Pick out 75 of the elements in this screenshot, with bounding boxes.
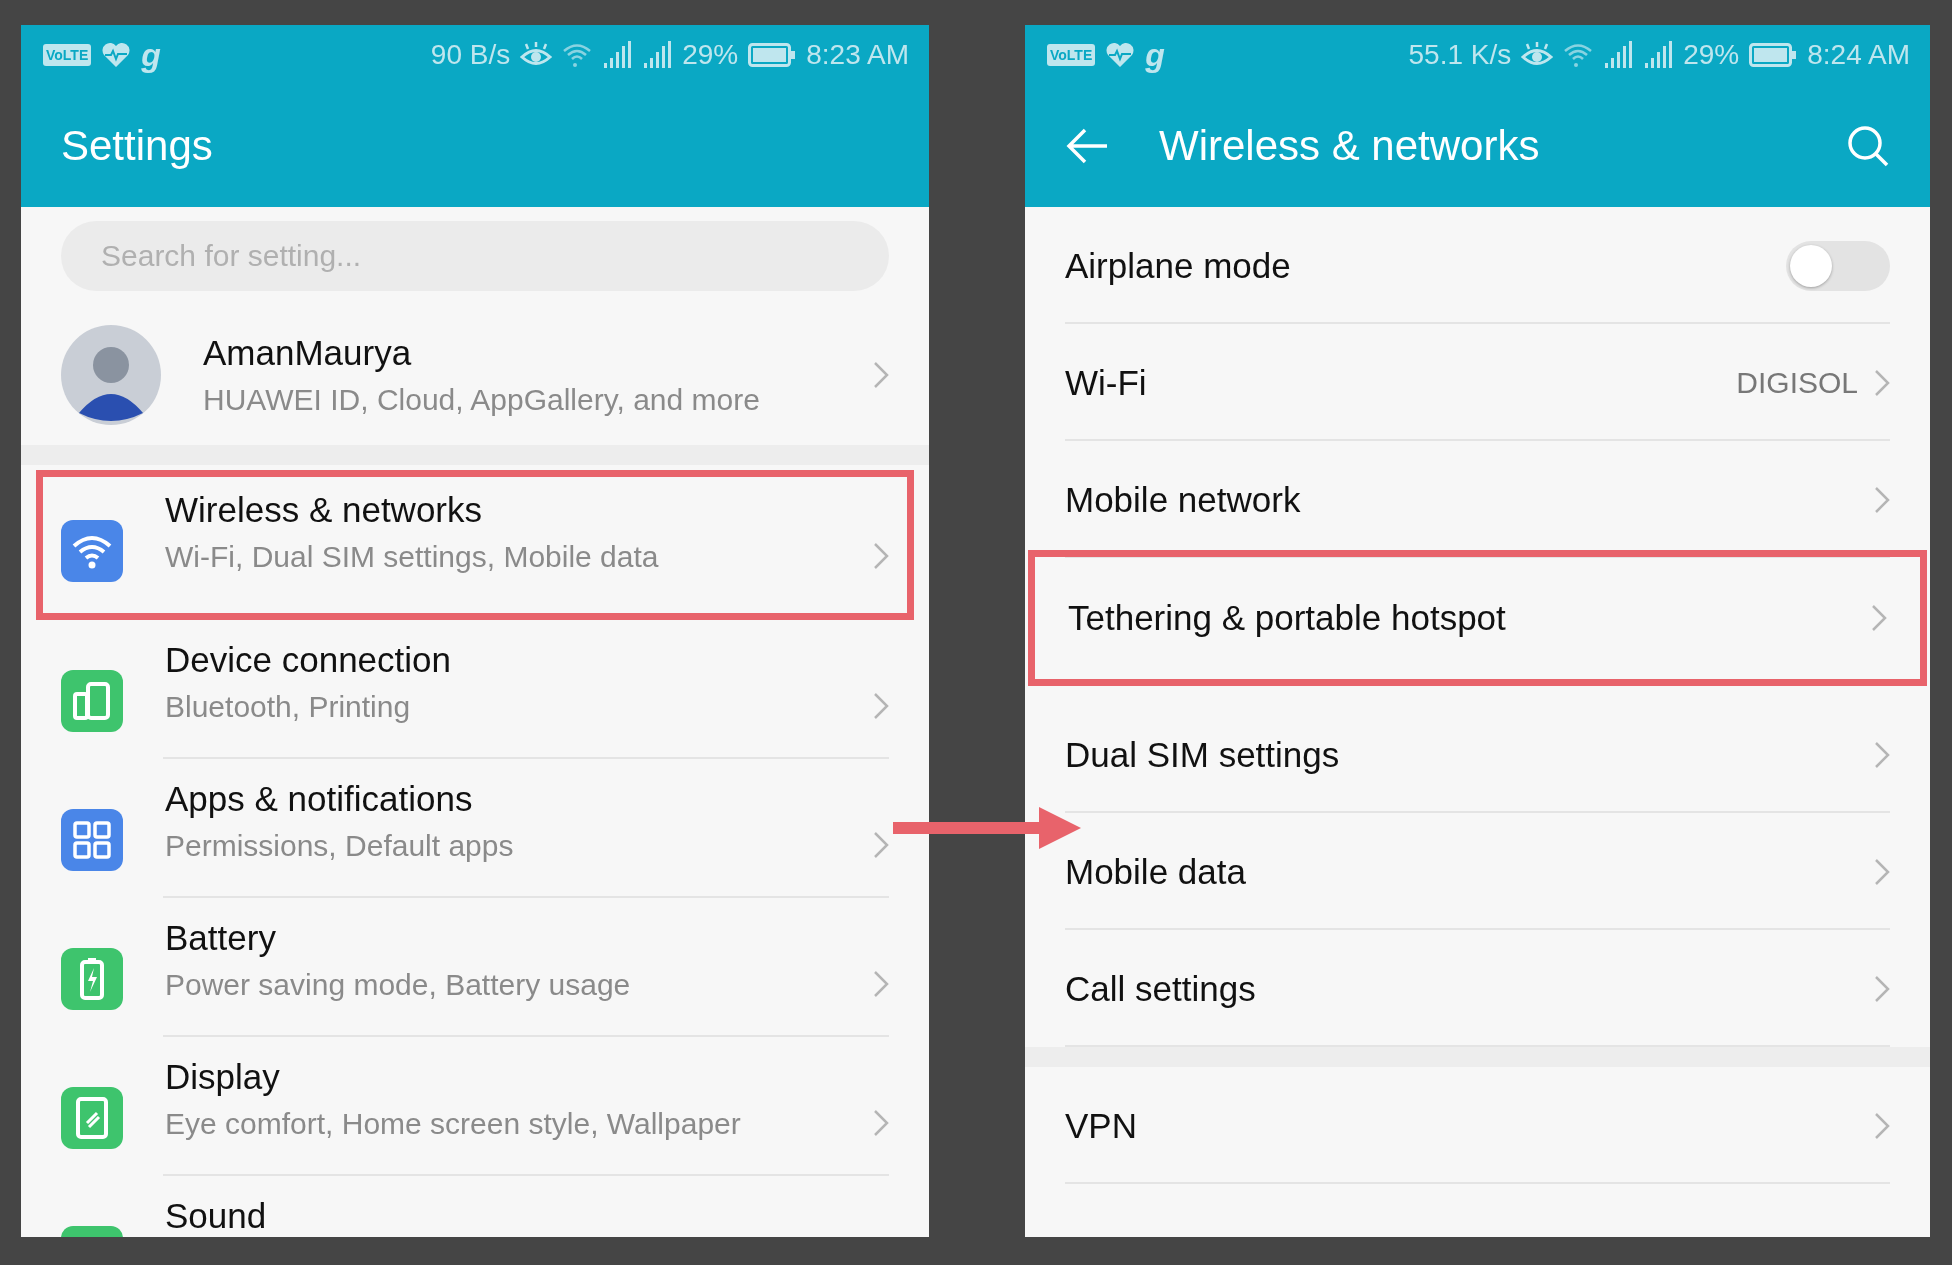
item-title: VPN (1065, 1105, 1137, 1146)
signal-icon (1643, 41, 1674, 69)
chevron-right-icon (1871, 604, 1887, 632)
settings-item[interactable]: Airplane mode (1025, 207, 1930, 324)
chevron-right-icon (1874, 485, 1890, 514)
chevron-right-icon (1874, 368, 1890, 397)
page-title: Settings (61, 122, 213, 170)
chevron-right-icon (1874, 1111, 1890, 1140)
settings-item[interactable]: Device connection Bluetooth, Printing (21, 620, 929, 759)
item-title: Tethering & portable hotspot (1068, 598, 1506, 638)
chevron-right-icon (873, 361, 889, 389)
chevron-right-icon (1874, 857, 1890, 886)
signal-icon (602, 41, 633, 69)
heart-pulse-icon (101, 42, 132, 68)
settings-item[interactable]: Dual SIM settings (1025, 696, 1930, 813)
eye-icon (520, 42, 553, 68)
settings-item[interactable]: Battery Power saving mode, Battery usage (21, 898, 929, 1037)
item-title: Apps & notifications (165, 779, 473, 819)
toggle-switch[interactable] (1786, 240, 1890, 291)
chevron-right-icon (1874, 740, 1890, 769)
item-title: Airplane mode (1065, 245, 1291, 286)
item-title: Wireless & networks (165, 490, 483, 530)
item-title: Call settings (1065, 968, 1256, 1009)
app-letter: g (1145, 36, 1165, 74)
volte-badge: VoLTE (1047, 44, 1096, 66)
item-title: Wi-Fi (1065, 362, 1147, 403)
item-subtitle: Permissions, Default apps (165, 829, 514, 863)
item-title: Battery (165, 918, 276, 958)
eye-icon (1521, 42, 1554, 68)
chevron-right-icon (873, 970, 889, 998)
profile-subtitle: HUAWEI ID, Cloud, AppGallery, and more (203, 383, 760, 417)
item-value: DIGISOL (1736, 365, 1858, 400)
settings-item[interactable]: Wireless & networks Wi-Fi, Dual SIM settings, Mobile data (36, 470, 914, 620)
profile-name: AmanMaurya (203, 333, 412, 373)
battery-percent: 29% (1683, 39, 1740, 71)
item-title: Mobile network (1065, 479, 1301, 520)
settings-item[interactable]: VPN (1025, 1067, 1930, 1184)
settings-item[interactable]: Call settings (1025, 930, 1930, 1047)
item-subtitle: Eye comfort, Home screen style, Wallpaper (165, 1107, 741, 1141)
item-title: Mobile data (1065, 851, 1246, 892)
item-subtitle: Bluetooth, Printing (165, 690, 411, 724)
item-subtitle: Wi-Fi, Dual SIM settings, Mobile data (165, 540, 659, 574)
signal-icon (1603, 41, 1634, 69)
clock-time: 8:23 AM (806, 39, 909, 71)
search-icon[interactable] (1846, 124, 1890, 168)
app-letter: g (141, 36, 161, 74)
chevron-right-icon (1874, 974, 1890, 1003)
settings-item[interactable]: Apps & notifications Permissions, Default apps (21, 759, 929, 898)
wifi-icon (1563, 42, 1594, 68)
item-title: Sound (165, 1196, 267, 1236)
battery-icon (1749, 43, 1798, 67)
data-rate: 55.1 K/s (1408, 39, 1512, 71)
chevron-right-icon (873, 542, 889, 570)
clock-time: 8:24 AM (1807, 39, 1910, 71)
battery-percent: 29% (682, 39, 739, 71)
signal-icon (642, 41, 673, 69)
volte-badge: VoLTE (43, 44, 92, 66)
chevron-right-icon (873, 692, 889, 720)
item-subtitle: Power saving mode, Battery usage (165, 968, 631, 1002)
settings-item[interactable]: Display Eye comfort, Home screen style, Wallpaper (21, 1037, 929, 1176)
settings-item[interactable]: Tethering & portable hotspot (1028, 550, 1927, 686)
data-rate: 90 B/s (430, 39, 511, 71)
settings-item[interactable]: Wi-Fi DIGISOL (1025, 324, 1930, 441)
heart-pulse-icon (1105, 42, 1136, 68)
settings-item[interactable]: Mobile data (1025, 813, 1930, 930)
search-field[interactable]: Search for setting... (61, 221, 889, 291)
page-title: Wireless & networks (1159, 122, 1540, 170)
chevron-right-icon (873, 831, 889, 859)
item-title: Dual SIM settings (1065, 734, 1340, 775)
chevron-right-icon (873, 1109, 889, 1137)
back-arrow-icon[interactable] (1065, 127, 1109, 165)
item-title: Device connection (165, 640, 451, 680)
battery-icon (748, 43, 797, 67)
wifi-icon (562, 42, 593, 68)
item-title: Display (165, 1057, 280, 1097)
